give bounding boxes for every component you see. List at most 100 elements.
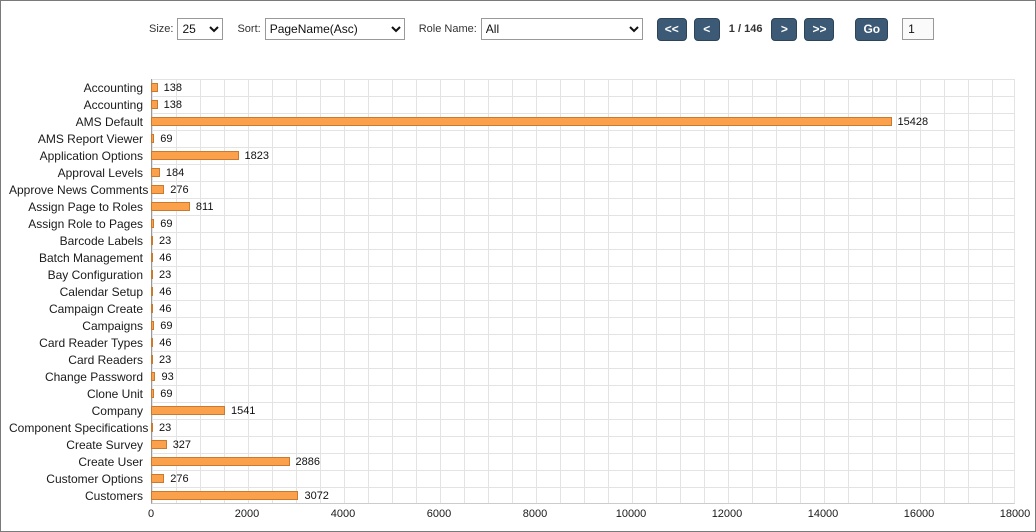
x-tick-label: 0: [148, 508, 154, 520]
prev-page-button[interactable]: <: [694, 18, 720, 41]
bar-area: 276: [151, 470, 1015, 487]
bar: [151, 134, 154, 143]
bar: [151, 202, 190, 211]
chart-row: Bay Configuration 23: [9, 266, 1023, 283]
page-number-input[interactable]: [902, 18, 934, 40]
category-label: Accounting: [9, 98, 151, 112]
bar-value-label: 3072: [304, 490, 328, 502]
bar-area: 811: [151, 198, 1015, 215]
next-page-button[interactable]: >: [771, 18, 797, 41]
size-select[interactable]: 25: [177, 18, 223, 40]
page-indicator: 1 / 146: [729, 23, 763, 35]
category-label: Assign Page to Roles: [9, 200, 151, 214]
chart-row: Company 1541: [9, 402, 1023, 419]
bar: [151, 117, 892, 126]
bar: [151, 304, 153, 313]
bar-value-label: 69: [160, 388, 172, 400]
bar-value-label: 1823: [245, 150, 269, 162]
category-label: Campaign Create: [9, 302, 151, 316]
bar-area: 1823: [151, 147, 1015, 164]
bar-area: 23: [151, 266, 1015, 283]
role-name-select[interactable]: All: [481, 18, 643, 40]
bar-value-label: 23: [159, 269, 171, 281]
sort-label: Sort:: [237, 23, 260, 35]
bar-value-label: 15428: [898, 116, 929, 128]
bar-value-label: 69: [160, 320, 172, 332]
bar-area: 15428: [151, 113, 1015, 130]
x-axis: 0200040006000800010000120001400016000180…: [151, 508, 1015, 526]
bar-value-label: 276: [170, 473, 188, 485]
bar: [151, 338, 153, 347]
bar-area: 46: [151, 283, 1015, 300]
bar-area: 93: [151, 368, 1015, 385]
bar: [151, 372, 155, 381]
chart-row: Assign Role to Pages69: [9, 215, 1023, 232]
first-page-button[interactable]: <<: [657, 18, 687, 41]
bar-value-label: 1541: [231, 405, 255, 417]
category-label: Bay Configuration: [9, 268, 151, 282]
chart-row: Application Options 1823: [9, 147, 1023, 164]
category-label: Accounting: [9, 81, 151, 95]
chart-row: Calendar Setup 46: [9, 283, 1023, 300]
category-label: Application Options: [9, 149, 151, 163]
chart-row: Assign Page to Roles 811: [9, 198, 1023, 215]
role-name-label: Role Name:: [419, 23, 477, 35]
bar-area: 184: [151, 164, 1015, 181]
x-tick-label: 8000: [523, 508, 547, 520]
go-button[interactable]: Go: [855, 18, 888, 41]
bar: [151, 321, 154, 330]
x-tick-label: 2000: [235, 508, 259, 520]
bar: [151, 491, 298, 500]
chart-row: Customers 3072: [9, 487, 1023, 504]
bar: [151, 406, 225, 415]
category-label: Barcode Labels: [9, 234, 151, 248]
bar: [151, 100, 158, 109]
bar-value-label: 23: [159, 354, 171, 366]
bar: [151, 389, 154, 398]
category-label: Company: [9, 404, 151, 418]
bar-value-label: 23: [159, 235, 171, 247]
bar-area: 23: [151, 419, 1015, 436]
bar-value-label: 184: [166, 167, 184, 179]
bar: [151, 270, 153, 279]
x-tick-label: 16000: [904, 508, 935, 520]
bar-area: 276: [151, 181, 1015, 198]
toolbar: Size: 25 Sort: PageName(Asc) Role Name: …: [149, 16, 934, 42]
chart-row: Accounting138: [9, 79, 1023, 96]
chart-row: Create Survey327: [9, 436, 1023, 453]
chart-row: Change Password93: [9, 368, 1023, 385]
bar-value-label: 138: [164, 99, 182, 111]
chart-row: Card Readers23: [9, 351, 1023, 368]
x-tick-label: 6000: [427, 508, 451, 520]
bar-value-label: 69: [160, 218, 172, 230]
chart-row: Card Reader Types46: [9, 334, 1023, 351]
category-label: Calendar Setup: [9, 285, 151, 299]
bar: [151, 423, 153, 432]
chart-row: Campaign Create 46: [9, 300, 1023, 317]
bar-area: 69: [151, 385, 1015, 402]
bar-area: 46: [151, 300, 1015, 317]
bar-value-label: 46: [159, 286, 171, 298]
category-label: AMS Report Viewer: [9, 132, 151, 146]
bar-area: 69: [151, 317, 1015, 334]
bar: [151, 440, 167, 449]
category-label: Clone Unit: [9, 387, 151, 401]
category-label: Card Reader Types: [9, 336, 151, 350]
x-tick-label: 4000: [331, 508, 355, 520]
bar: [151, 219, 154, 228]
chart-row: Campaigns69: [9, 317, 1023, 334]
sort-select[interactable]: PageName(Asc): [265, 18, 405, 40]
last-page-button[interactable]: >>: [804, 18, 834, 41]
category-label: AMS Default: [9, 115, 151, 129]
bar-area: 138: [151, 96, 1015, 113]
chart-row: Accounting 138: [9, 96, 1023, 113]
bar-area: 46: [151, 249, 1015, 266]
chart-row: Component Specifications23: [9, 419, 1023, 436]
bar-area: 23: [151, 232, 1015, 249]
bar-value-label: 811: [196, 201, 214, 213]
bar-value-label: 46: [159, 303, 171, 315]
category-label: Customers: [9, 489, 151, 503]
bar: [151, 185, 164, 194]
bar-area: 1541: [151, 402, 1015, 419]
x-tick-label: 18000: [1000, 508, 1031, 520]
